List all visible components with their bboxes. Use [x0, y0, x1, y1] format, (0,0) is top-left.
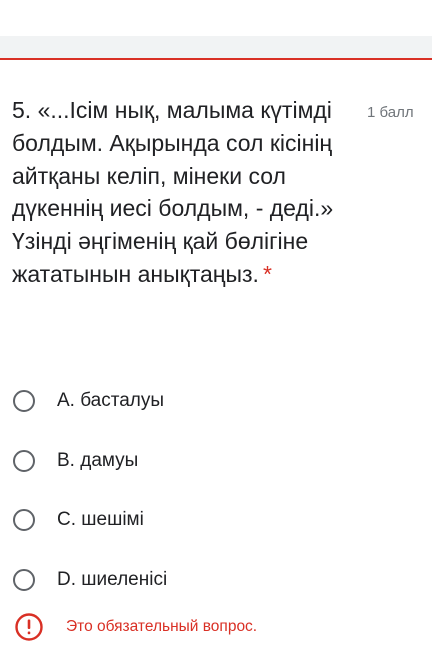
- radio-button-d[interactable]: [13, 569, 35, 591]
- option-c[interactable]: C. шешімі: [10, 503, 144, 537]
- header-area: [0, 0, 432, 58]
- question-body: 5. «...Ісім нық, малыма күтімді болдым. …: [12, 97, 334, 287]
- radio-button-a[interactable]: [13, 390, 35, 412]
- option-d[interactable]: D. шиеленісі: [10, 563, 167, 597]
- option-a[interactable]: A. басталуы: [10, 384, 164, 418]
- question-text: 5. «...Ісім нық, малыма күтімді болдым. …: [12, 94, 352, 291]
- radio-button-b[interactable]: [13, 450, 35, 472]
- option-b[interactable]: B. дамуы: [10, 444, 138, 478]
- required-asterisk: *: [262, 260, 272, 287]
- question-error-bar: [0, 58, 432, 60]
- option-d-label[interactable]: D. шиеленісі: [57, 569, 167, 591]
- option-b-label[interactable]: B. дамуы: [57, 450, 138, 472]
- option-c-label[interactable]: C. шешімі: [57, 509, 144, 531]
- validation-text: Это обязательный вопрос.: [66, 618, 258, 635]
- points-label: 1 балл: [367, 104, 414, 121]
- section-divider: [0, 36, 432, 58]
- radio-button-c[interactable]: [13, 509, 35, 531]
- alert-circle-icon: [15, 613, 43, 641]
- validation-message: Это обязательный вопрос.: [14, 612, 257, 642]
- option-a-label[interactable]: A. басталуы: [57, 390, 164, 412]
